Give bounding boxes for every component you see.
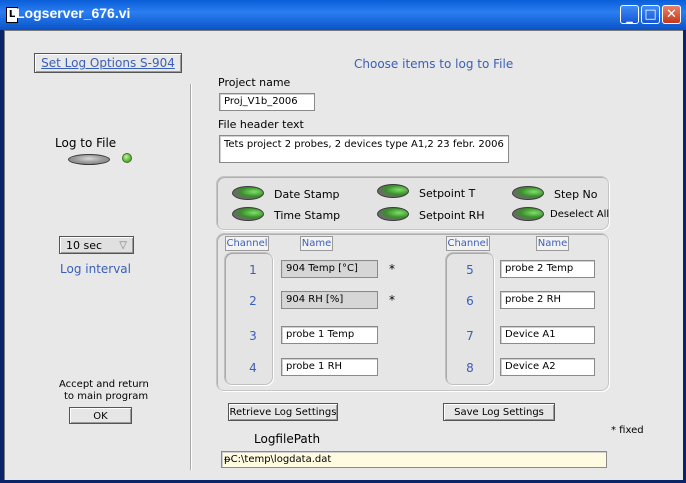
channel-number: 4 [249,361,257,375]
chevron-down-icon: ▽ [119,240,127,251]
date-stamp-label: Date Stamp [274,188,340,201]
page-heading: Choose items to log to File [354,57,514,71]
time-stamp-label: Time Stamp [274,209,341,222]
channel-number: 1 [249,263,257,277]
window-title: Logserver_676.vi [16,5,131,21]
channel-number: 6 [466,294,474,308]
save-log-settings-button[interactable]: Save Log Settings [443,403,555,421]
channel-header-left: Channel [225,236,269,251]
set-log-options-button[interactable]: Set Log Options S-904 [34,53,182,73]
logfile-path-value: C:\temp\logdata.dat [230,454,332,465]
log-interval-dropdown[interactable]: 10 sec ▽ [59,236,134,254]
retrieve-log-settings-button[interactable]: Retrieve Log Settings [228,403,338,421]
vertical-divider [190,84,191,470]
channel-3-name-input[interactable]: probe 1 Temp [281,326,378,344]
deselect-all-label: Deselect All [550,209,610,220]
channel-6-name-input[interactable]: probe 2 RH [500,291,595,309]
project-name-input[interactable]: Proj_V1b_2006 [219,93,315,111]
name-header-right: Name [536,236,569,251]
log-interval-value: 10 sec [66,239,103,252]
step-no-label: Step No [554,188,598,201]
deselect-all-toggle[interactable] [512,207,544,221]
channel-5-name-input[interactable]: probe 2 Temp [500,260,595,278]
channel-8-name-input[interactable]: Device A2 [500,358,595,376]
channel-number: 5 [466,263,474,277]
fixed-note: * fixed [611,425,644,436]
minimize-button[interactable]: _ [620,5,639,24]
channel-7-name-input[interactable]: Device A1 [500,326,595,344]
channel-number: 3 [249,329,257,343]
file-header-input[interactable]: Tets project 2 probes, 2 devices type A1… [219,135,509,163]
maximize-button[interactable]: □ [641,5,660,24]
log-interval-label: Log interval [60,262,131,276]
log-to-file-toggle[interactable] [68,154,110,165]
log-to-file-indicator-icon [122,153,132,163]
channel-1-name-field: 904 Temp [°C] [281,260,378,278]
project-name-label: Project name [218,76,291,89]
setpoint-t-label: Setpoint T [419,187,476,200]
file-header-label: File header text [218,118,304,131]
logfile-path-input[interactable]: ᵽC:\temp\logdata.dat [221,451,607,468]
fixed-marker: * [389,293,395,307]
maximize-icon: □ [644,7,657,22]
name-header-left: Name [300,236,333,251]
setpoint-rh-toggle[interactable] [377,207,409,221]
close-button[interactable]: ✕ [662,5,681,24]
title-bar[interactable]: L Logserver_676.vi _ □ ✕ [0,0,686,30]
channel-2-name-field: 904 RH [%] [281,291,378,309]
channel-number: 8 [466,361,474,375]
ok-button[interactable]: OK [69,407,132,424]
step-no-toggle[interactable] [512,186,544,200]
logfile-path-label: LogfilePath [254,432,321,446]
date-stamp-toggle[interactable] [232,186,264,200]
minimize-icon: _ [626,9,633,24]
path-browse-icon[interactable]: ᵽ [224,454,231,465]
channel-4-name-input[interactable]: probe 1 RH [281,358,378,376]
setpoint-t-toggle[interactable] [377,184,409,198]
time-stamp-toggle[interactable] [232,207,264,221]
accept-text-2: to main program [64,391,149,402]
channel-header-right: Channel [446,236,490,251]
channel-number: 7 [466,329,474,343]
fixed-marker: * [389,262,395,276]
log-to-file-label: Log to File [55,136,117,150]
channel-number: 2 [249,294,257,308]
accept-text-1: Accept and return [59,379,149,390]
close-icon: ✕ [666,7,677,22]
setpoint-rh-label: Setpoint RH [419,209,485,222]
